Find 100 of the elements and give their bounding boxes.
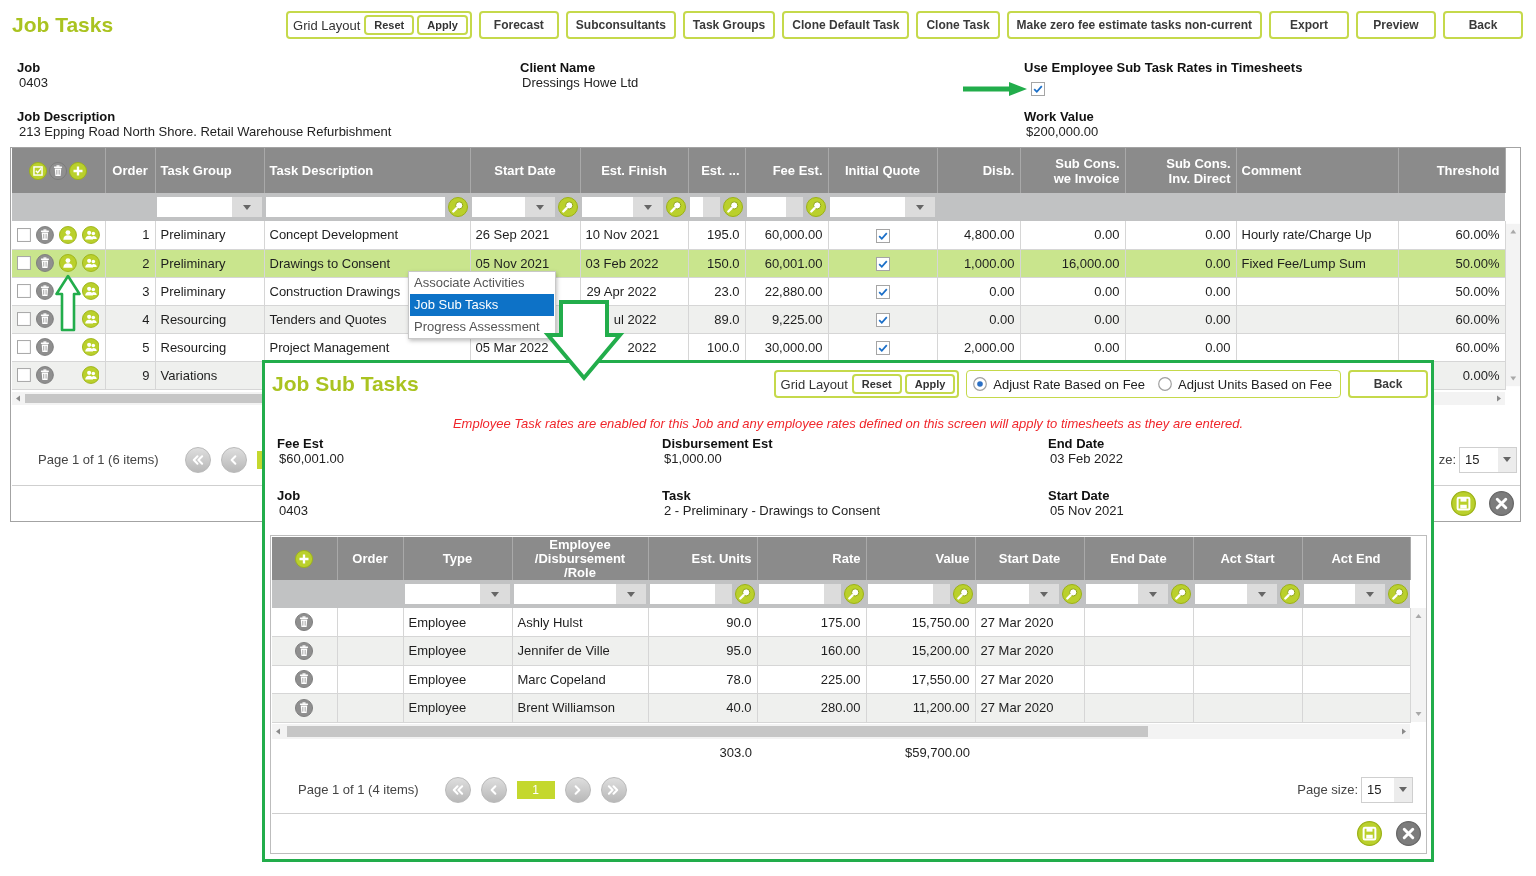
filter-select[interactable] [977, 584, 1059, 604]
trash-icon[interactable] [295, 641, 314, 660]
horizontal-scrollbar[interactable] [272, 723, 1410, 739]
search-icon[interactable] [1062, 584, 1082, 604]
filter-input[interactable] [690, 197, 720, 217]
filter-select[interactable] [582, 197, 663, 217]
toolbar-button[interactable]: Clone Task [916, 11, 1000, 39]
trash-icon[interactable] [35, 338, 54, 356]
table-row[interactable]: 2 Preliminary Drawings to Consent 05 Nov 2021 03 Feb 2022 150.0 60,001.00 1,000.00 16,000.00 0.00 Fixed Fee/Lump Sum 50.00% [12, 249, 1505, 277]
search-icon[interactable] [1388, 584, 1408, 604]
trash-icon[interactable] [295, 670, 314, 689]
table-row[interactable]: Employee Jennifer de Ville 95.0 160.00 15,200.00 27 Mar 2020 [272, 636, 1410, 665]
people-icon[interactable] [81, 338, 100, 356]
row-checkbox[interactable] [17, 312, 31, 326]
toolbar-button[interactable]: Subconsultants [565, 11, 676, 39]
first-page-button[interactable] [184, 446, 211, 473]
caret-icon [627, 591, 635, 597]
search-icon[interactable] [448, 197, 468, 217]
checkbox[interactable] [875, 340, 890, 355]
toolbar-button[interactable]: Make zero fee estimate tasks non-current [1006, 11, 1262, 39]
trash-icon[interactable] [295, 698, 314, 717]
toolbar-button[interactable]: Clone Default Task [782, 11, 910, 39]
trash-icon[interactable] [35, 366, 54, 384]
row-checkbox[interactable] [17, 256, 31, 270]
person-icon[interactable] [58, 225, 77, 244]
search-icon[interactable] [1280, 584, 1300, 604]
radio-label[interactable]: Adjust Rate Based on Fee [993, 376, 1146, 392]
filter-select[interactable] [1086, 584, 1168, 604]
checkbox[interactable] [875, 228, 890, 243]
people-icon[interactable] [81, 366, 100, 384]
first-page-button[interactable] [444, 776, 471, 803]
filter-select[interactable] [514, 584, 646, 604]
filter-input[interactable] [747, 197, 803, 217]
checkbox[interactable] [1031, 82, 1045, 96]
trash-icon[interactable] [35, 254, 54, 272]
filter-select[interactable] [472, 197, 555, 217]
page-size-select[interactable]: 15 [1361, 776, 1413, 803]
filter-select[interactable] [157, 197, 262, 217]
plus-icon[interactable] [295, 549, 314, 568]
next-page-button[interactable] [564, 776, 591, 803]
filter-select[interactable] [1195, 584, 1277, 604]
toolbar-button[interactable]: Export [1269, 11, 1349, 39]
previous-page-button[interactable] [480, 776, 507, 803]
row-checkbox[interactable] [17, 284, 31, 298]
close-icon[interactable] [1489, 490, 1514, 516]
toolbar-button[interactable]: Back [1443, 11, 1523, 39]
close-icon[interactable] [1396, 820, 1421, 846]
table-row[interactable]: 1 Preliminary Concept Development 26 Sep 2021 10 Nov 2021 195.0 60,000.00 4,800.00 0.00 0.00 Hourly rate/Charge Up 60.00% [12, 221, 1505, 249]
page-size-select[interactable]: 15 [1459, 446, 1517, 473]
filter-input[interactable] [759, 584, 841, 604]
row-checkbox[interactable] [17, 368, 31, 382]
toolbar-button[interactable]: Task Groups [682, 11, 776, 39]
check-all-icon[interactable] [29, 161, 48, 180]
radio-button[interactable] [973, 377, 988, 391]
last-page-button[interactable] [600, 776, 627, 803]
trash-icon[interactable] [295, 613, 314, 631]
save-icon[interactable] [1451, 490, 1476, 516]
table-row[interactable]: Employee Ashly Hulst 90.0 175.00 15,750.00 27 Mar 2020 [272, 608, 1410, 637]
checkbox[interactable] [875, 312, 890, 327]
filter-input[interactable] [650, 584, 732, 604]
save-icon[interactable] [1357, 820, 1382, 846]
filter-select[interactable] [830, 197, 935, 217]
radio-label[interactable]: Adjust Units Based on Fee [1178, 376, 1332, 392]
toolbar-button[interactable]: Preview [1356, 11, 1436, 39]
table-row[interactable]: Employee Marc Copeland 78.0 225.00 17,550.00 27 Mar 2020 [272, 665, 1410, 694]
checkbox[interactable] [875, 256, 890, 271]
people-icon[interactable] [81, 310, 100, 328]
filter-select[interactable] [1304, 584, 1385, 604]
search-icon[interactable] [806, 197, 826, 217]
radio-button[interactable] [1158, 377, 1173, 391]
checkbox[interactable] [875, 284, 890, 299]
trash-icon[interactable] [35, 225, 54, 244]
search-icon[interactable] [953, 584, 973, 604]
grid-layout-button[interactable]: Apply [904, 374, 956, 394]
filter-input[interactable] [868, 584, 950, 604]
search-icon[interactable] [723, 197, 743, 217]
grid-layout-button[interactable]: Reset [851, 374, 902, 394]
people-icon[interactable] [81, 225, 100, 244]
plus-icon[interactable] [69, 161, 88, 180]
grid-layout-button[interactable]: Apply [417, 15, 468, 35]
row-checkbox[interactable] [17, 340, 31, 354]
search-icon[interactable] [1171, 584, 1191, 604]
search-icon[interactable] [666, 197, 686, 217]
previous-page-button[interactable] [220, 446, 247, 473]
person-icon[interactable] [58, 254, 77, 272]
back-button[interactable]: Back [1348, 370, 1428, 398]
filter-select[interactable] [405, 584, 510, 604]
search-icon[interactable] [735, 584, 755, 604]
grid-layout-button[interactable]: Reset [364, 15, 415, 35]
people-icon[interactable] [81, 282, 100, 300]
search-icon[interactable] [844, 584, 864, 604]
toolbar-button[interactable]: Forecast [478, 11, 559, 39]
row-checkbox[interactable] [17, 227, 31, 242]
table-row[interactable]: Employee Brent Williamson 40.0 280.00 11,200.00 27 Mar 2020 [272, 693, 1410, 722]
trash-icon[interactable] [35, 310, 54, 328]
trash-icon[interactable] [49, 161, 68, 180]
trash-icon[interactable] [35, 282, 54, 300]
filter-input[interactable] [266, 197, 445, 217]
people-icon[interactable] [81, 254, 100, 272]
search-icon[interactable] [558, 197, 578, 217]
